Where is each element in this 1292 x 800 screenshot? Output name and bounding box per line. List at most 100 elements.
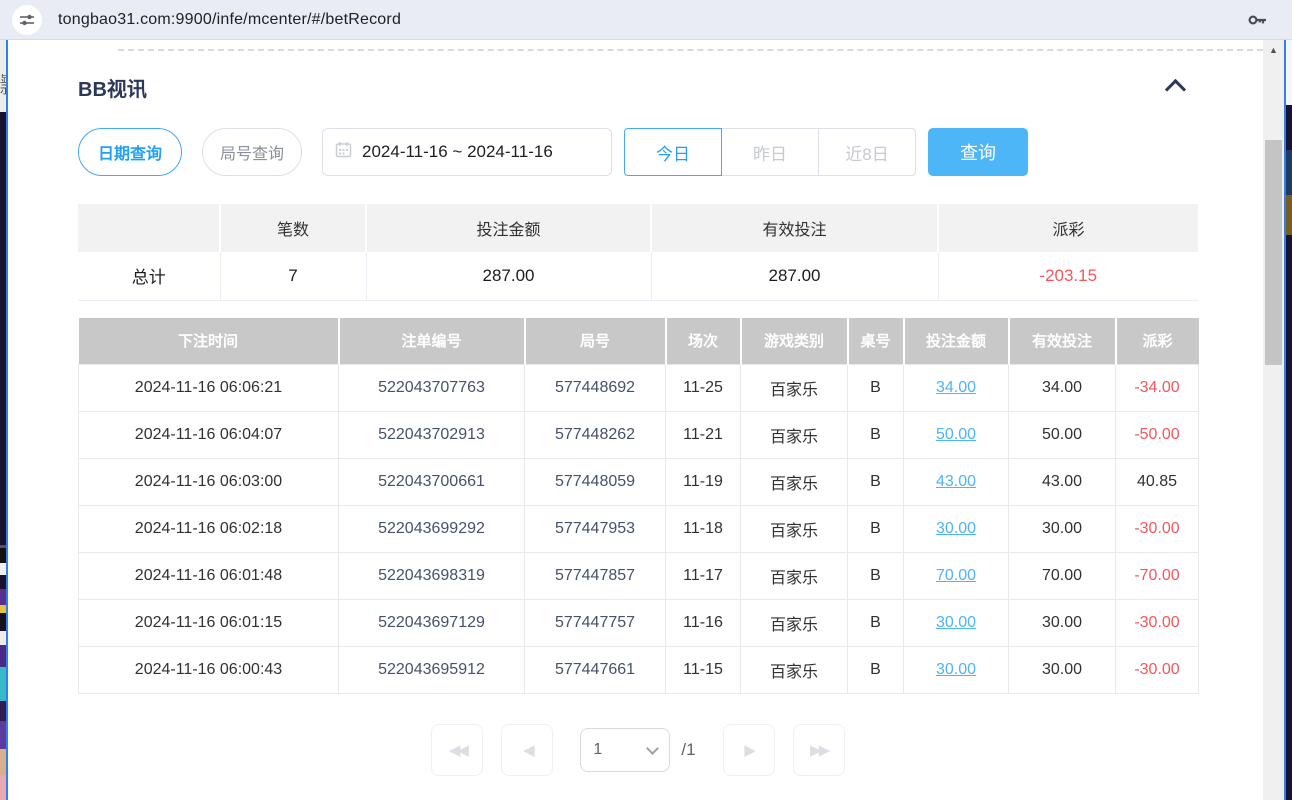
- session-cell: 11-15: [666, 646, 741, 693]
- bet-amount-cell: 30.00: [904, 505, 1009, 552]
- valid-bet-cell: 50.00: [1009, 411, 1116, 458]
- summary-header-count: 笔数: [220, 204, 366, 252]
- session-cell: 11-18: [666, 505, 741, 552]
- bet-amount-cell: 50.00: [904, 411, 1009, 458]
- total-pages-label: /1: [681, 740, 695, 760]
- game-type-cell: 百家乐: [741, 552, 848, 599]
- order-id-cell: 522043695912: [339, 646, 525, 693]
- payout-cell: -30.00: [1116, 646, 1199, 693]
- password-key-button[interactable]: [1244, 7, 1270, 33]
- bet-amount-link[interactable]: 43.00: [936, 473, 976, 490]
- bet-time-cell: 2024-11-16 06:01:15: [79, 599, 339, 646]
- bet-amount-cell: 70.00: [904, 552, 1009, 599]
- search-button[interactable]: 查询: [928, 128, 1028, 176]
- summary-header-empty: [78, 204, 220, 252]
- last-page-icon: ▶▶: [810, 741, 827, 759]
- round-id-cell: 577448692: [525, 364, 666, 411]
- order-id-cell: 522043702913: [339, 411, 525, 458]
- summary-table: 笔数 投注金额 有效投注 派彩 总计 7 287.00 287.00 -203.…: [78, 204, 1198, 301]
- game-type-cell: 百家乐: [741, 411, 848, 458]
- session-cell: 11-17: [666, 552, 741, 599]
- table-no-cell: B: [848, 646, 904, 693]
- bet-amount-link[interactable]: 70.00: [936, 567, 976, 584]
- order-id-cell: 522043699292: [339, 505, 525, 552]
- table-row: 2024-11-16 06:01:48522043698319577447857…: [79, 552, 1199, 599]
- bet-time-cell: 2024-11-16 06:03:00: [79, 458, 339, 505]
- bet-amount-link[interactable]: 50.00: [936, 426, 976, 443]
- table-no-cell: B: [848, 599, 904, 646]
- bet-amount-cell: 30.00: [904, 646, 1009, 693]
- bet-record-panel: BB视讯 日期查询 局号查询 2024-11-16 ~ 2024-11: [8, 40, 1263, 800]
- valid-bet-cell: 30.00: [1009, 646, 1116, 693]
- scroll-up-arrow-icon[interactable]: ▲: [1263, 40, 1284, 60]
- round-id-cell: 577447661: [525, 646, 666, 693]
- background-right-dark: [1286, 105, 1292, 800]
- round-id-cell: 577448262: [525, 411, 666, 458]
- round-id-cell: 577448059: [525, 458, 666, 505]
- summary-header-row: 笔数 投注金额 有效投注 派彩: [78, 204, 1198, 252]
- first-page-icon: ◀◀: [449, 741, 466, 759]
- summary-total-row: 总计 7 287.00 287.00 -203.15: [78, 252, 1198, 300]
- summary-header-valid-bet: 有效投注: [651, 204, 938, 252]
- site-settings-button[interactable]: [12, 5, 42, 35]
- url-text[interactable]: tongbao31.com:9900/infe/mcenter/#/betRec…: [58, 11, 401, 29]
- bet-amount-cell: 34.00: [904, 364, 1009, 411]
- round-query-tab[interactable]: 局号查询: [202, 128, 302, 176]
- scrollbar-thumb[interactable]: [1265, 140, 1282, 365]
- valid-bet-cell: 30.00: [1009, 599, 1116, 646]
- last-8-days-button[interactable]: 近8日: [818, 128, 916, 176]
- game-type-cell: 百家乐: [741, 505, 848, 552]
- summary-bet-amount-value: 287.00: [366, 252, 651, 300]
- bet-record-table: 下注时间注单编号局号场次游戏类别桌号投注金额有效投注派彩 2024-11-16 …: [78, 318, 1199, 694]
- valid-bet-cell: 34.00: [1009, 364, 1116, 411]
- date-range-value: 2024-11-16 ~ 2024-11-16: [362, 142, 553, 162]
- first-page-button[interactable]: ◀◀: [431, 724, 483, 776]
- tune-icon: [19, 12, 35, 28]
- summary-payout-value: -203.15: [938, 252, 1198, 300]
- table-no-cell: B: [848, 505, 904, 552]
- bet-amount-link[interactable]: 30.00: [936, 520, 976, 537]
- payout-cell: 40.85: [1116, 458, 1199, 505]
- payout-cell: -50.00: [1116, 411, 1199, 458]
- page-select[interactable]: 1: [580, 728, 670, 772]
- date-range-input[interactable]: 2024-11-16 ~ 2024-11-16: [322, 128, 612, 176]
- table-no-cell: B: [848, 364, 904, 411]
- payout-cell: -30.00: [1116, 505, 1199, 552]
- round-id-cell: 577447857: [525, 552, 666, 599]
- pagination: ◀◀ ◀ 1 /1 ▶ ▶▶: [78, 723, 1198, 777]
- browser-address-bar[interactable]: tongbao31.com:9900/infe/mcenter/#/betRec…: [0, 0, 1292, 40]
- session-cell: 11-19: [666, 458, 741, 505]
- chevron-up-icon: [1164, 79, 1185, 100]
- background-right-sliver: [1286, 40, 1292, 105]
- quick-date-group: 今日 昨日 近8日: [624, 128, 916, 176]
- page-title: BB视讯: [78, 73, 147, 102]
- payout-cell: -30.00: [1116, 599, 1199, 646]
- round-id-cell: 577447757: [525, 599, 666, 646]
- header-order-id: 注单编号: [339, 318, 525, 364]
- order-id-cell: 522043698319: [339, 552, 525, 599]
- game-type-cell: 百家乐: [741, 458, 848, 505]
- table-row: 2024-11-16 06:06:21522043707763577448692…: [79, 364, 1199, 411]
- collapse-button[interactable]: [1160, 78, 1190, 100]
- bet-time-cell: 2024-11-16 06:06:21: [79, 364, 339, 411]
- prev-page-button[interactable]: ◀: [501, 724, 553, 776]
- session-cell: 11-16: [666, 599, 741, 646]
- date-query-tab[interactable]: 日期查询: [78, 128, 182, 176]
- scrollbar[interactable]: ▲: [1263, 40, 1284, 800]
- summary-total-label: 总计: [78, 252, 220, 300]
- next-page-button[interactable]: ▶: [723, 724, 775, 776]
- table-no-cell: B: [848, 458, 904, 505]
- valid-bet-cell: 43.00: [1009, 458, 1116, 505]
- summary-count-value: 7: [220, 252, 366, 300]
- bet-amount-link[interactable]: 30.00: [936, 661, 976, 678]
- next-page-icon: ▶: [744, 741, 753, 759]
- bet-amount-link[interactable]: 34.00: [936, 379, 976, 396]
- last-page-button[interactable]: ▶▶: [793, 724, 845, 776]
- yesterday-button[interactable]: 昨日: [721, 128, 819, 176]
- payout-cell: -34.00: [1116, 364, 1199, 411]
- page-select-value: 1: [593, 741, 648, 759]
- header-table-no: 桌号: [848, 318, 904, 364]
- bet-amount-link[interactable]: 30.00: [936, 614, 976, 631]
- round-id-cell: 577447953: [525, 505, 666, 552]
- today-button[interactable]: 今日: [624, 128, 722, 176]
